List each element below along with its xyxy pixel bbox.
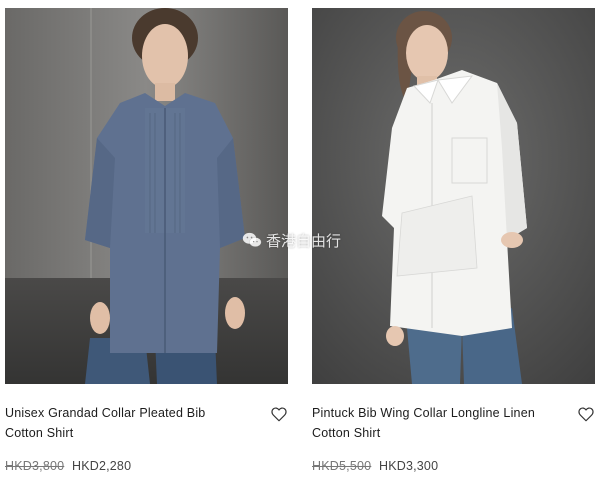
product-card: Pintuck Bib Wing Collar Longline Linen C… <box>312 0 595 481</box>
original-price: HKD5,500 <box>312 459 372 473</box>
price-row: HKD5,500 HKD3,300 <box>312 458 438 474</box>
model-blue-shirt-photo <box>5 8 288 384</box>
product-title-line1: Unisex Grandad Collar Pleated Bib <box>5 406 206 420</box>
original-price: HKD3,800 <box>5 459 65 473</box>
product-title[interactable]: Pintuck Bib Wing Collar Longline Linen C… <box>312 403 562 443</box>
product-image[interactable] <box>5 8 288 384</box>
product-title-line2: Cotton Shirt <box>312 426 381 440</box>
sale-price: HKD2,280 <box>71 459 132 473</box>
product-title[interactable]: Unisex Grandad Collar Pleated Bib Cotton… <box>5 403 255 443</box>
model-white-shirt-photo <box>312 8 595 384</box>
product-title-line2: Cotton Shirt <box>5 426 74 440</box>
product-card: Unisex Grandad Collar Pleated Bib Cotton… <box>5 0 288 481</box>
sale-price: HKD3,300 <box>378 459 439 473</box>
price-row: HKD3,800 HKD2,280 <box>5 458 131 474</box>
product-image[interactable] <box>312 8 595 384</box>
product-grid: Unisex Grandad Collar Pleated Bib Cotton… <box>0 0 600 481</box>
product-title-line1: Pintuck Bib Wing Collar Longline Linen <box>312 406 535 420</box>
heart-icon[interactable] <box>270 405 288 423</box>
heart-icon[interactable] <box>577 405 595 423</box>
